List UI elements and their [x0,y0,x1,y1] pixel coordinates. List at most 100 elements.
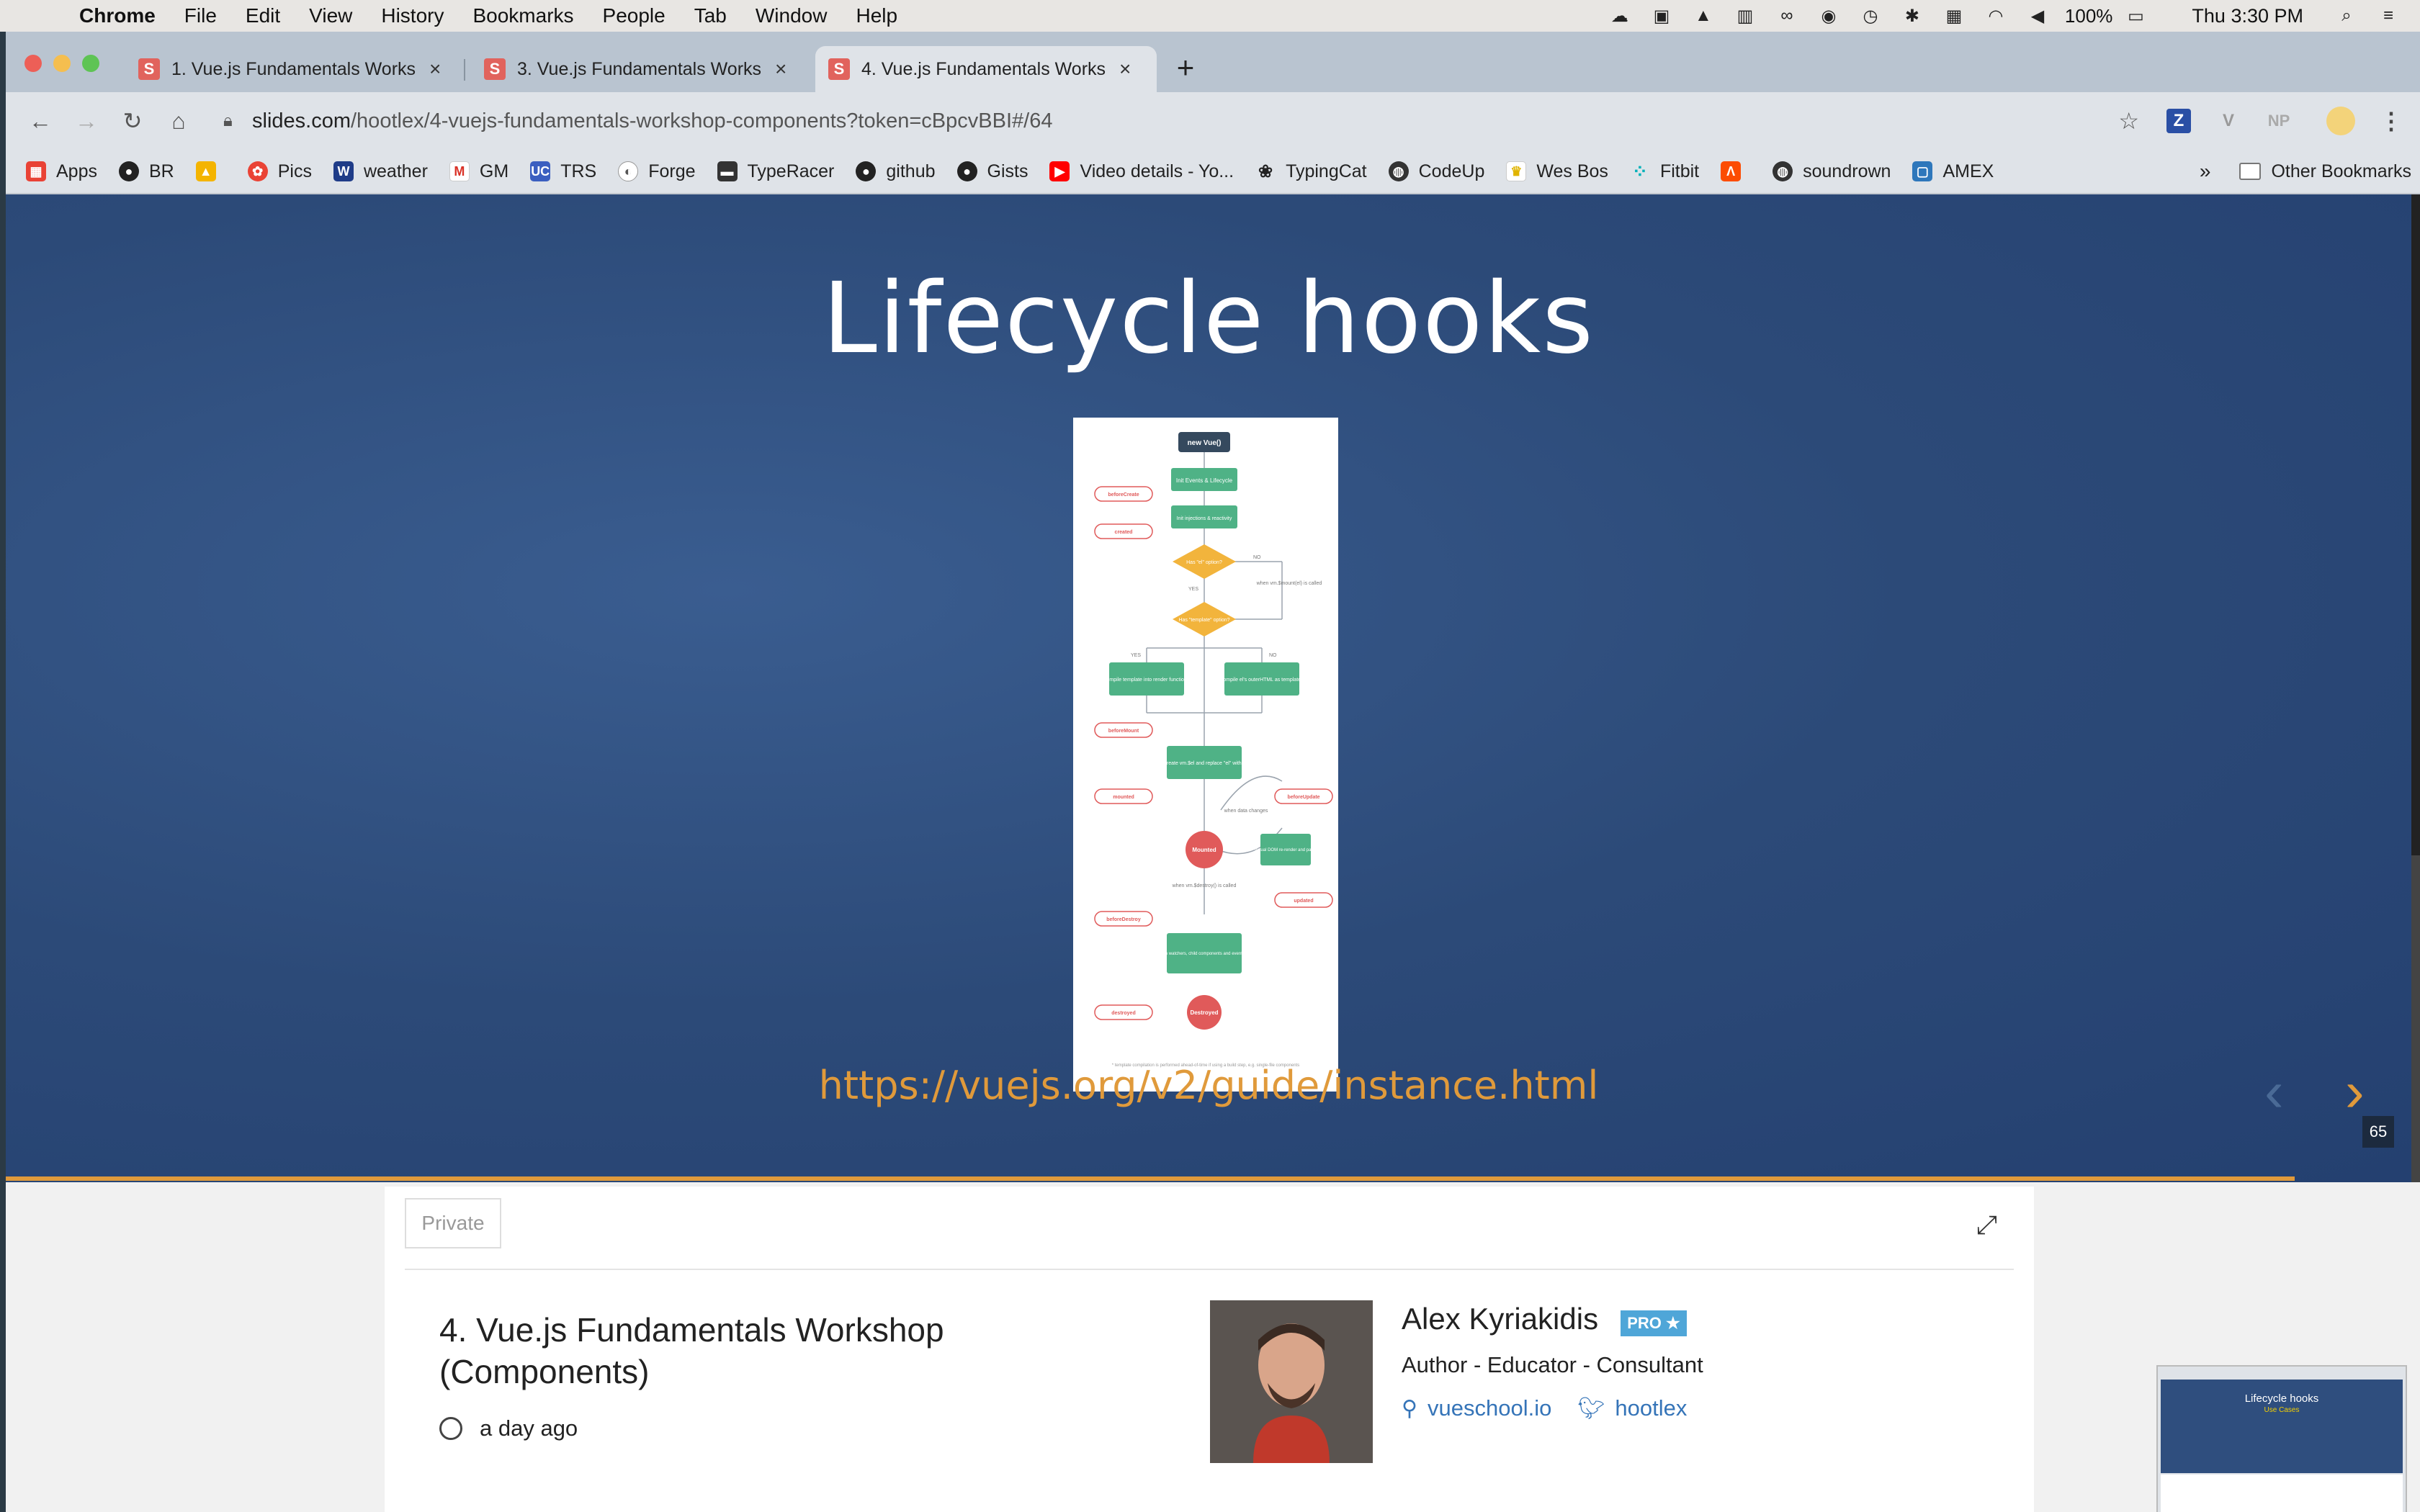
bookmark-strava[interactable]: Λ [1721,161,1751,181]
tab-strip: S 1. Vue.js Fundamentals Worksh × S 3. V… [6,32,2420,92]
page-scrollbar-thumb[interactable] [2411,855,2420,1194]
menu-people[interactable]: People [603,4,666,27]
bookmark-github[interactable]: ● github [856,161,936,182]
strava-icon: Λ [1721,161,1742,181]
menu-file[interactable]: File [184,4,217,27]
node-compile-el-text: Compile el's outerHTML as template * [1219,678,1304,683]
bookmark-gists[interactable]: ● Gists [956,161,1028,182]
menu-edit[interactable]: Edit [246,4,280,27]
bookmark-label: soundrown [1803,161,1891,181]
bookmark-youtube[interactable]: ▶ Video details - Yo... [1049,161,1234,182]
menu-bookmarks[interactable]: Bookmarks [472,4,573,27]
profile-avatar-icon[interactable] [2326,107,2355,135]
window-zoom-icon[interactable] [82,55,99,72]
photos-icon: ✿ [247,161,268,181]
bookmark-pics[interactable]: ✿ Pics [247,161,312,182]
next-slide-arrow-icon[interactable]: › [2345,1058,2365,1125]
bookmark-amex[interactable]: ▢ AMEX [1912,161,1994,182]
bookmark-apps[interactable]: ▦ Apps [26,161,97,182]
screenshot-thumbnail[interactable]: Lifecycle hooks Use Cases [2156,1365,2407,1512]
author-avatar[interactable] [1210,1300,1373,1463]
notification-center-icon[interactable]: ≡ [2374,6,2403,26]
home-icon[interactable]: ⌂ [164,107,193,135]
bookmark-fitbit[interactable]: ⁘ Fitbit [1630,161,1699,182]
bookmark-trs[interactable]: UC TRS [530,161,596,182]
amex-icon: ▢ [1912,161,1933,181]
bookmark-star-icon[interactable]: ☆ [2118,107,2139,135]
menu-tab[interactable]: Tab [694,4,727,27]
np-extension-icon[interactable]: NP [2263,105,2295,137]
lock-icon[interactable]: 🔒︎ [223,111,252,131]
docker-icon[interactable]: ▣ [1647,6,1676,26]
volume-icon[interactable]: ◀ [2023,6,2052,26]
tab-3[interactable]: S 3. Vue.js Fundamentals Worksh × [471,46,810,92]
bookmarks-overflow-chevron[interactable]: » [2200,160,2211,183]
bookmark-codeup[interactable]: ◍ CodeUp [1388,161,1484,182]
bookmark-typingcat[interactable]: ❀ TypingCat [1255,161,1367,182]
decision-has-el-yes: YES [1188,587,1198,592]
node-teardown-text: Teardown watchers, child components and … [1149,952,1260,956]
reload-icon[interactable]: ↻ [118,107,147,135]
menu-history[interactable]: History [381,4,444,27]
tab-4-active[interactable]: S 4. Vue.js Fundamentals Worksh × [815,46,1157,92]
battery-icon[interactable]: ▭ [2121,6,2150,26]
website-link[interactable]: ⚲ vueschool.io [1402,1395,1551,1421]
tab-1[interactable]: S 1. Vue.js Fundamentals Worksh × [125,46,464,92]
decision-template-no: NO [1269,653,1277,658]
tab-title: 1. Vue.js Fundamentals Worksh [171,58,416,79]
menu-app-name[interactable]: Chrome [79,4,156,27]
thumbnail-title: Lifecycle hooks [2244,1392,2319,1405]
bookmark-weather[interactable]: W weather [333,161,428,182]
back-arrow-icon[interactable]: ← [26,107,55,135]
clock-icon [439,1417,462,1440]
keyboard-icon[interactable]: ▦ [1940,6,1968,26]
bookmark-gm[interactable]: M GM [449,161,508,182]
bookmark-wes-bos[interactable]: ♛ Wes Bos [1506,161,1608,182]
prev-slide-arrow-icon[interactable]: ‹ [2264,1058,2284,1125]
chrome-menu-icon[interactable]: ⋮ [2375,105,2407,137]
chrome-window: S 1. Vue.js Fundamentals Worksh × S 3. V… [6,32,2420,1512]
zotero-extension-icon[interactable]: Z [2166,109,2191,133]
url-path: /hootlex/4-vuejs-fundamentals-workshop-c… [351,109,1053,132]
menu-view[interactable]: View [309,4,352,27]
glasses-icon[interactable]: ∞ [1773,6,1801,26]
deck-title[interactable]: 4. Vue.js Fundamentals Workshop (Compone… [439,1309,1016,1392]
uc-icon: UC [530,161,551,181]
github-icon: ● [118,161,139,181]
bookmark-typeracer[interactable]: ▬ TypeRacer [717,161,834,182]
twitter-link[interactable]: 🐦︎ hootlex [1577,1395,1687,1421]
menu-help[interactable]: Help [856,4,897,27]
creative-cloud-icon[interactable]: ☁ [1605,6,1634,26]
author-name[interactable]: Alex Kyriakidis [1402,1302,1598,1336]
fitbit-icon: ⁘ [1632,160,1648,182]
bookmark-soundrown[interactable]: ◍ soundrown [1773,161,1891,182]
menubar-clock[interactable]: Thu 3:30 PM [2192,5,2303,27]
bookmark-google-drive[interactable]: ▲ [195,161,226,181]
tab-close-icon[interactable]: × [1119,58,1131,81]
menu-window[interactable]: Window [756,4,828,27]
fullscreen-icon[interactable]: ⤢ [1976,1210,2005,1239]
bookmark-label: TRS [560,161,597,181]
hook-created-text: created [1115,530,1133,535]
vue-devtools-extension-icon[interactable]: V [2213,105,2244,137]
window-close-icon[interactable] [24,55,42,72]
new-tab-button[interactable]: + [1168,50,1203,85]
bluetooth-icon[interactable]: ✱ [1898,6,1927,26]
visibility-button[interactable]: Private [405,1198,501,1248]
other-bookmarks[interactable]: Other Bookmarks [2271,161,2411,182]
istat-icon[interactable]: ▥ [1731,6,1760,26]
wifi-icon[interactable]: ◠ [1981,6,2010,26]
slide-link[interactable]: https://vuejs.org/v2/guide/instance.html [6,1063,2411,1108]
forward-arrow-icon[interactable]: → [72,107,101,135]
bookmark-br[interactable]: ● BR [118,161,174,182]
window-minimize-icon[interactable] [53,55,71,72]
address-bar[interactable]: 🔒︎ slides.com /hootlex/4-vuejs-fundament… [209,99,2154,143]
bookmark-forge[interactable]: ◐ Forge [618,161,696,182]
vectorworks-icon[interactable]: ▲ [1689,6,1718,26]
gmail-icon: M [449,161,470,181]
tab-close-icon[interactable]: × [429,58,441,81]
tab-close-icon[interactable]: × [775,58,786,81]
time-machine-icon[interactable]: ◷ [1856,6,1885,26]
spotlight-search-icon[interactable]: ⌕ [2332,6,2361,26]
accessibility-icon[interactable]: ◉ [1814,6,1843,26]
